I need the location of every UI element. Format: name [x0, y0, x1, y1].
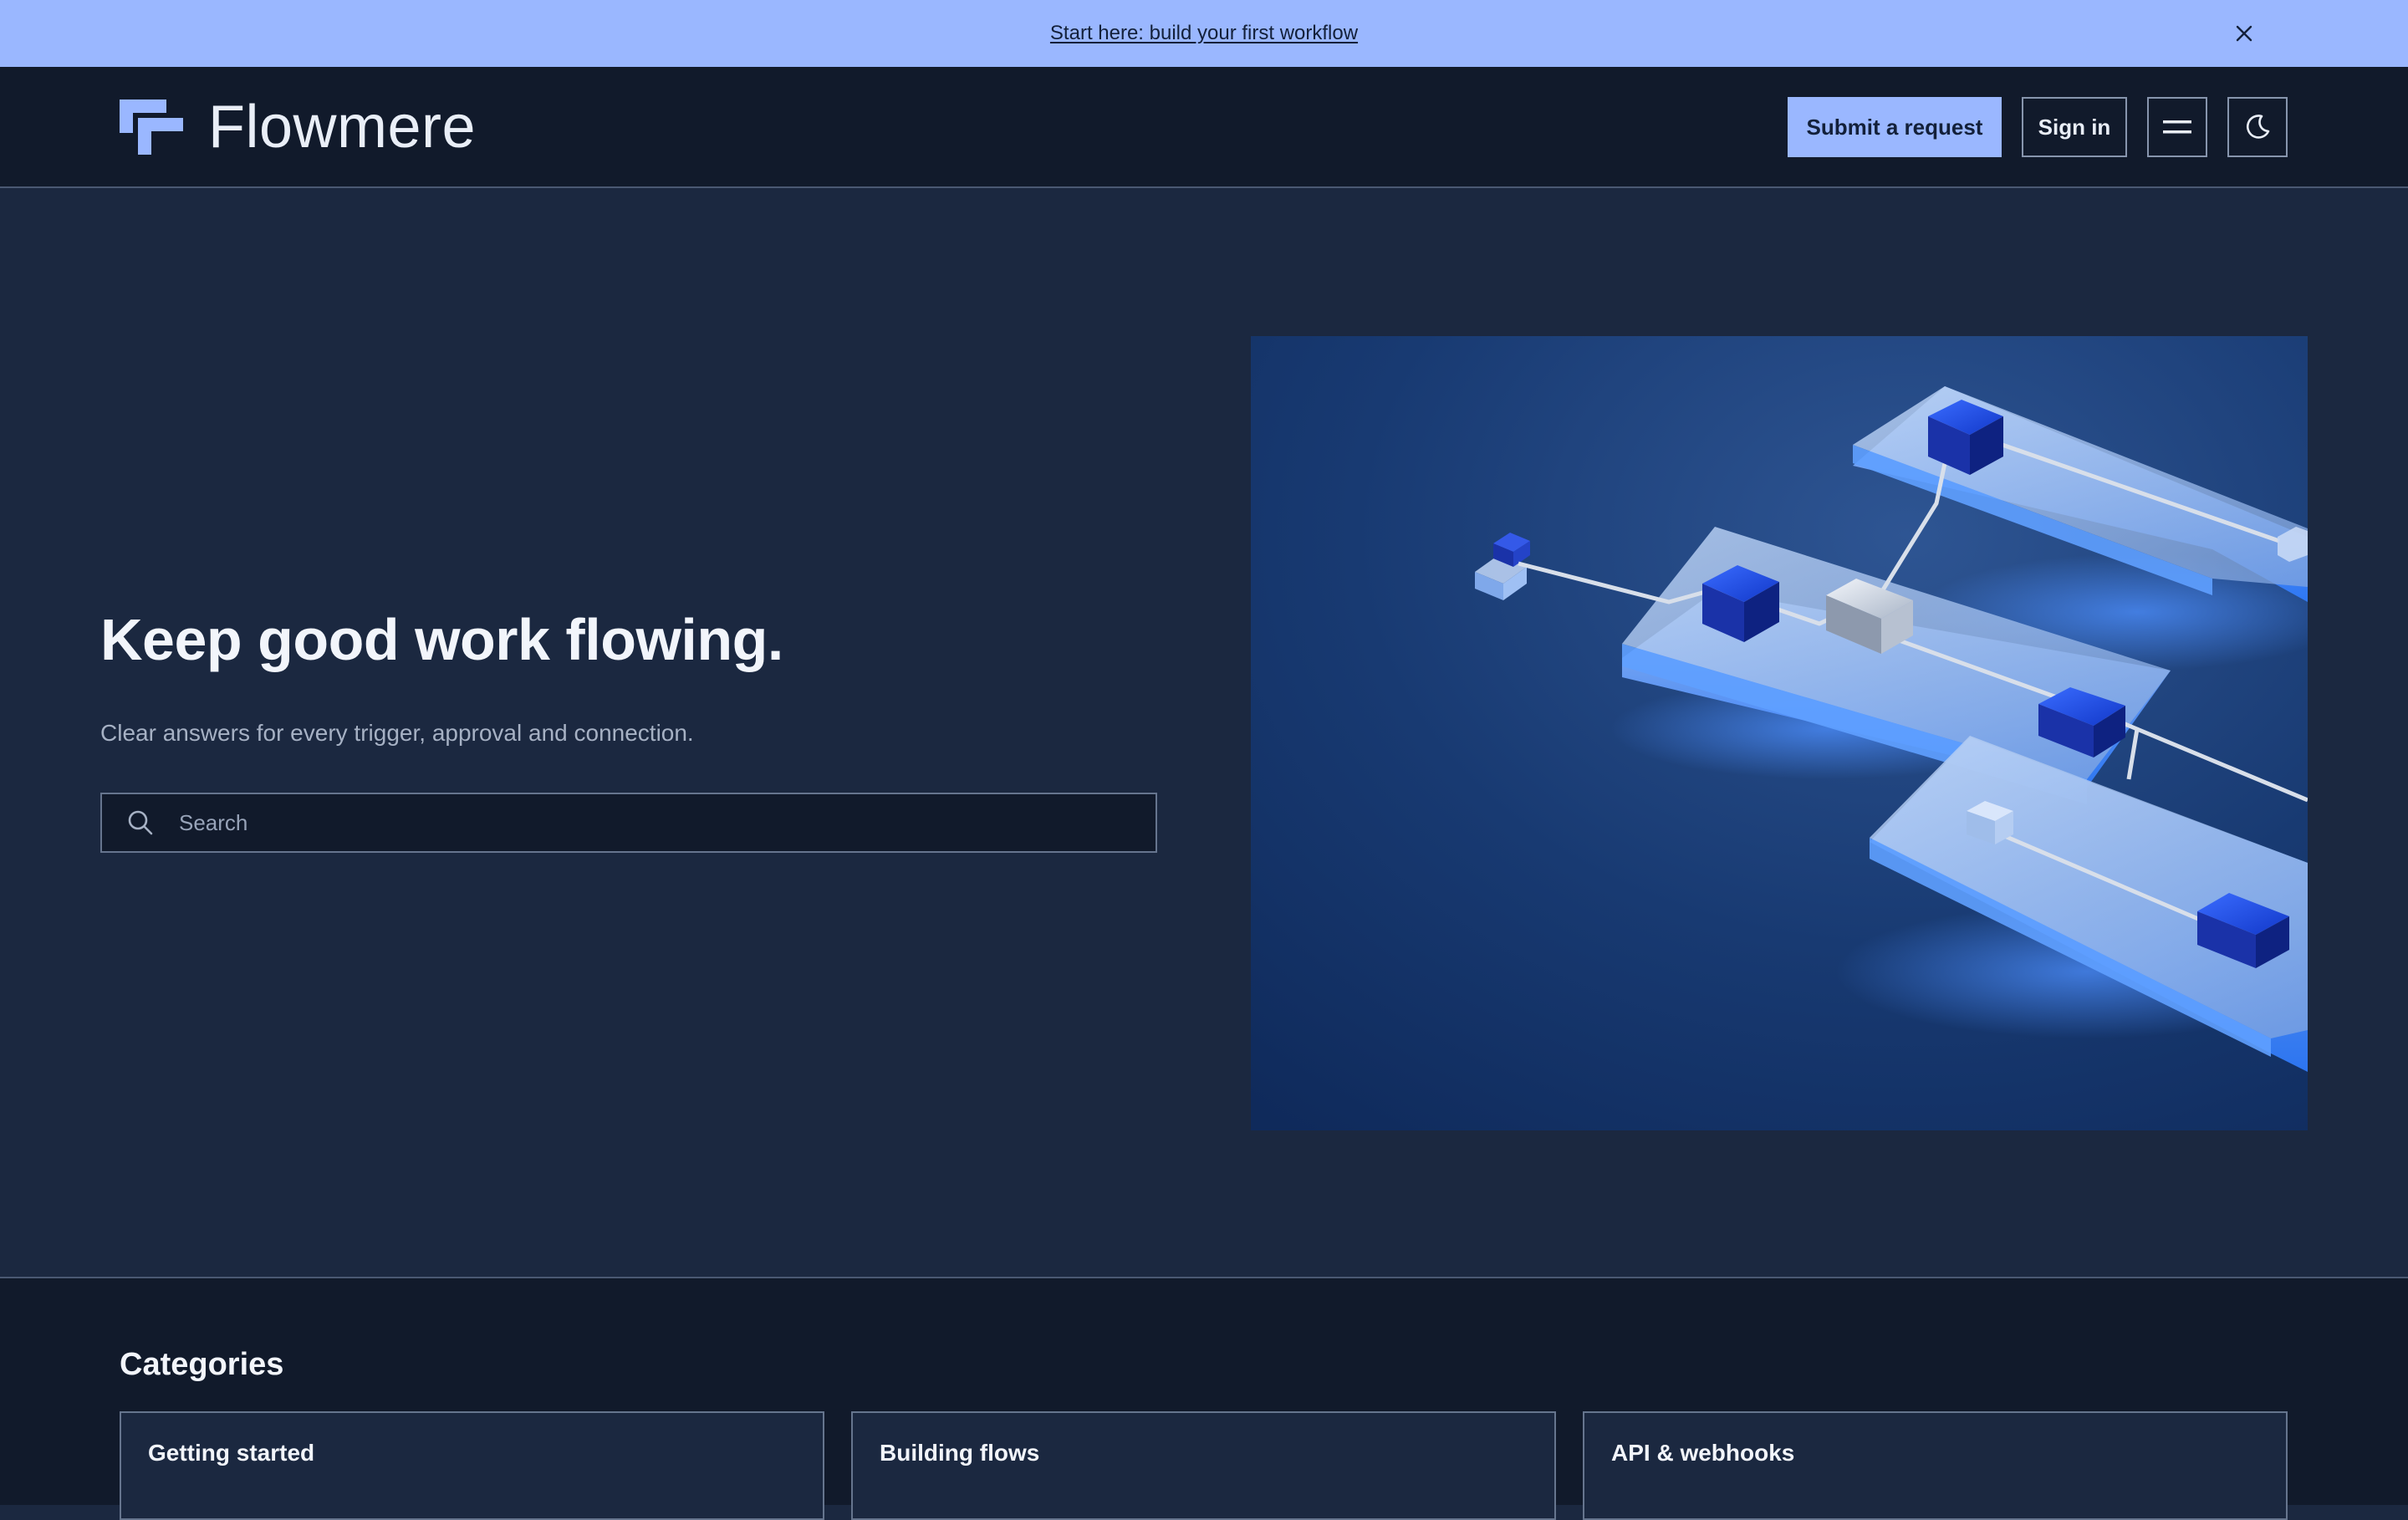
hero-section: Keep good work flowing. Clear answers fo… — [0, 188, 2408, 1277]
close-icon — [2236, 25, 2252, 42]
moon-icon — [2246, 115, 2270, 139]
announcement-link[interactable]: Start here: build your first workflow — [1050, 22, 1358, 45]
category-card-label: Getting started — [148, 1440, 315, 1466]
theme-toggle-button[interactable] — [2227, 97, 2288, 157]
search-input[interactable] — [179, 794, 1156, 851]
logo-link[interactable]: Flowmere — [120, 92, 476, 162]
search-icon — [128, 810, 153, 835]
menu-button[interactable] — [2147, 97, 2207, 157]
search-icon-wrap — [102, 794, 179, 851]
sign-in-label: Sign in — [2038, 114, 2111, 140]
category-card-building-flows[interactable]: Building flows — [851, 1411, 1556, 1520]
close-announcement-button[interactable] — [2231, 20, 2258, 47]
site-header: Flowmere Submit a request Sign in — [0, 67, 2408, 188]
category-card-getting-started[interactable]: Getting started — [120, 1411, 824, 1520]
submit-request-button[interactable]: Submit a request — [1788, 97, 2002, 157]
hero-title: Keep good work flowing. — [100, 607, 783, 672]
hero-illustration — [1251, 336, 2308, 1130]
workflow-illustration — [1251, 336, 2308, 1130]
category-card-label: API & webhooks — [1611, 1440, 1795, 1466]
menu-icon — [2163, 120, 2191, 134]
categories-section: Categories Getting started Building flow… — [0, 1277, 2408, 1520]
category-card-label: Building flows — [880, 1440, 1040, 1466]
announcement-bar: Start here: build your first workflow — [0, 0, 2408, 67]
logo-text: Flowmere — [208, 94, 477, 161]
submit-request-label: Submit a request — [1806, 114, 1983, 140]
logo-icon — [120, 99, 183, 155]
sign-in-button[interactable]: Sign in — [2022, 97, 2127, 157]
category-card-api-webhooks[interactable]: API & webhooks — [1583, 1411, 2288, 1520]
search-box[interactable] — [100, 793, 1157, 853]
hero-subtitle: Clear answers for every trigger, approva… — [100, 720, 694, 746]
categories-heading: Categories — [120, 1347, 284, 1382]
